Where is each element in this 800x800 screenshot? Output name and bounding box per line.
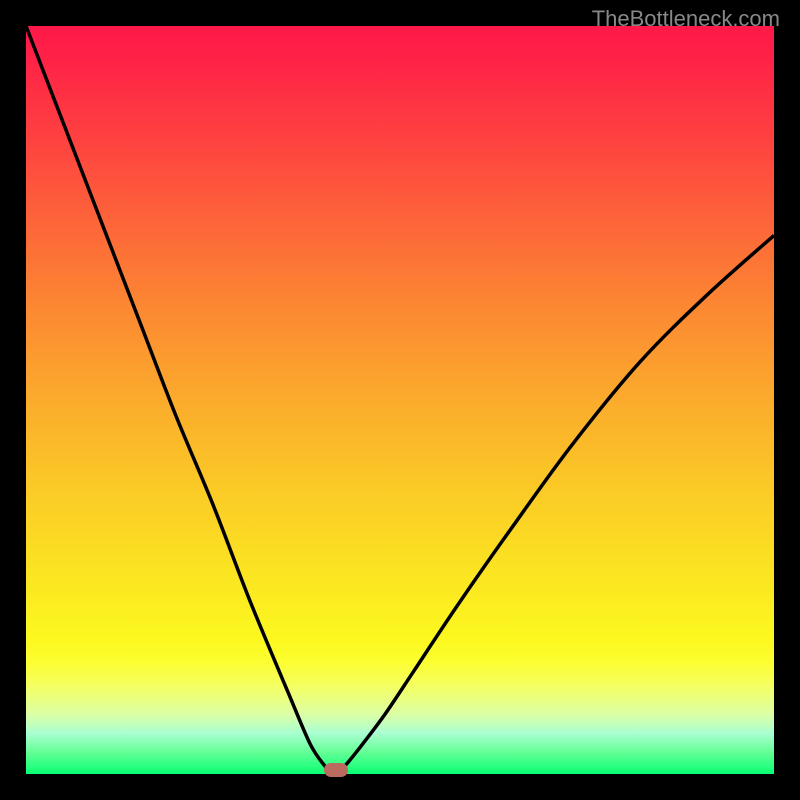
minimum-marker (324, 763, 348, 777)
bottleneck-curve (26, 26, 774, 774)
watermark-text: TheBottleneck.com (592, 6, 780, 32)
